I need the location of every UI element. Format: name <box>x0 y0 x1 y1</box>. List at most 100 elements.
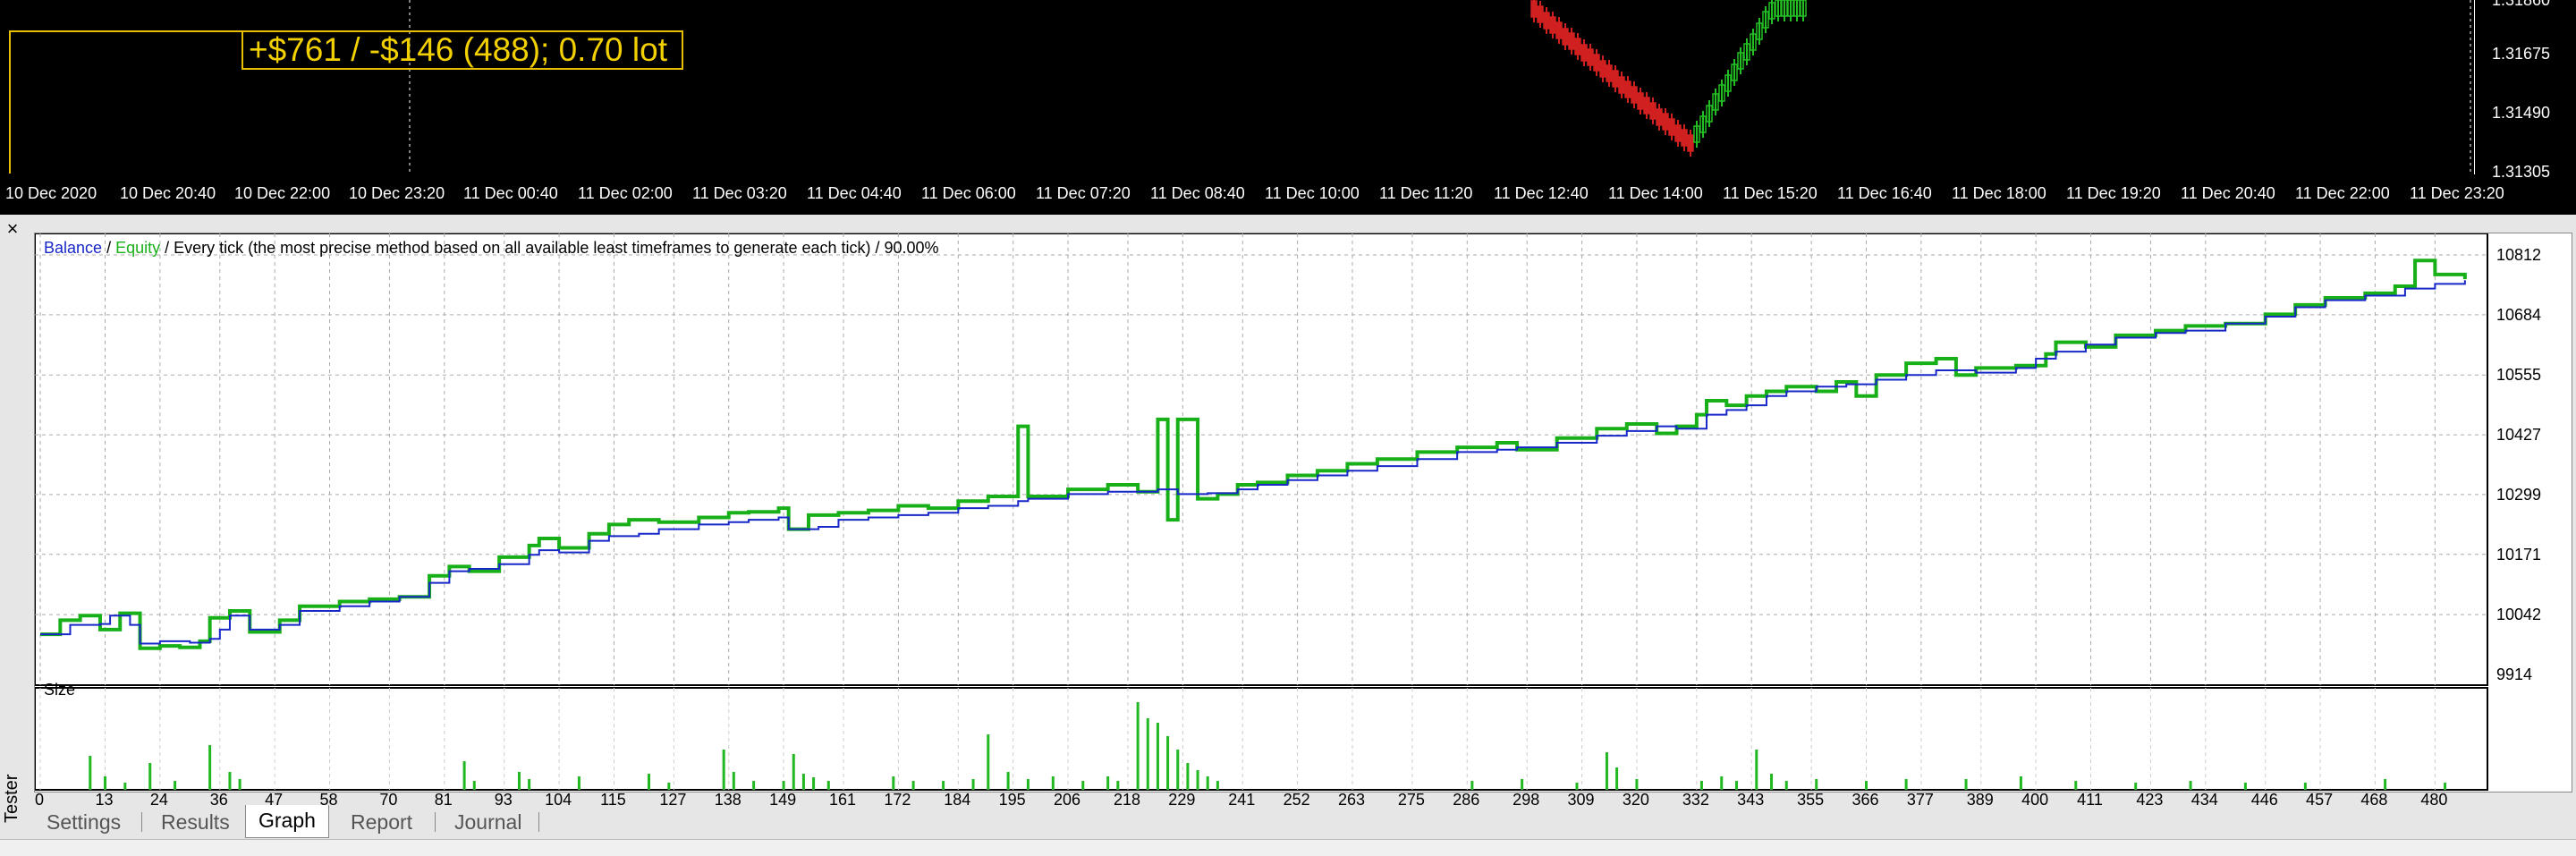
time-axis: 10 Dec 2020 10 Dec 20:40 10 Dec 22:00 10 De… <box>0 177 2576 213</box>
size-bar <box>228 772 232 790</box>
time-axis-label: 11 Dec 12:40 <box>1494 184 1589 202</box>
time-axis-label: 10 Dec 2020 <box>5 184 97 202</box>
time-axis-label: 11 Dec 07:20 <box>1036 184 1131 202</box>
tab-divider <box>141 812 142 832</box>
size-plot-frame <box>35 687 2488 791</box>
y-tick-label: 10427 <box>2496 426 2541 444</box>
price-axis-label: 1.31675 <box>2492 45 2551 63</box>
tab-results[interactable]: Results <box>148 807 242 837</box>
size-bar <box>1720 776 1724 790</box>
x-tick-label: 161 <box>829 791 857 809</box>
size-bar <box>208 745 212 790</box>
close-icon[interactable]: × <box>4 219 21 239</box>
x-tick-label: 13 <box>95 791 114 809</box>
size-bar <box>1865 781 1868 790</box>
x-tick-label: 400 <box>2021 791 2049 809</box>
tab-divider <box>538 812 539 832</box>
size-bar <box>1904 779 1908 790</box>
tab-settings[interactable]: Settings <box>34 807 133 837</box>
size-bar <box>1755 750 1758 790</box>
candle-body <box>1530 0 1538 18</box>
x-tick-label: 434 <box>2190 791 2218 809</box>
x-tick-label: 263 <box>1337 791 1365 809</box>
size-bar <box>528 779 531 790</box>
size-bar <box>1196 770 1199 790</box>
size-bar <box>1615 767 1619 790</box>
x-tick-label: 229 <box>1168 791 1196 809</box>
x-tick-label: 423 <box>2136 791 2164 809</box>
y-tick-label: 10812 <box>2496 246 2541 264</box>
size-bar <box>942 781 945 790</box>
candle-body <box>1649 102 1657 120</box>
size-bar <box>1146 718 1149 790</box>
size-bar <box>238 779 242 790</box>
time-axis-label: 11 Dec 04:40 <box>807 184 902 202</box>
size-bar <box>1116 781 1120 790</box>
candle-body <box>1668 118 1675 136</box>
x-tick-label: 81 <box>434 791 453 809</box>
size-bar <box>732 772 735 790</box>
legend-equity: Equity <box>115 239 161 257</box>
size-bar <box>987 734 990 790</box>
x-tick-label: 286 <box>1453 791 1480 809</box>
candle-body <box>1637 92 1644 110</box>
candle-body <box>1537 5 1544 23</box>
balance-equity-graph[interactable]: 10812 10684 10555 10427 10299 10171 10042 9914 … <box>34 233 2572 792</box>
size-bar <box>1136 702 1140 790</box>
time-axis-label: 11 Dec 19:20 <box>2066 184 2161 202</box>
price-chart[interactable]: 1.31860 1.31675 1.31490 1.31305 +$761 / -$1… <box>0 0 2576 215</box>
candle-body <box>1568 32 1575 50</box>
size-bar <box>1964 779 1968 790</box>
x-tick-label: 0 <box>34 791 45 809</box>
size-bar <box>577 776 580 790</box>
price-axis-label: 1.31490 <box>2492 104 2551 122</box>
x-tick-label: 320 <box>1622 791 1649 809</box>
time-axis-label: 11 Dec 10:00 <box>1265 184 1360 202</box>
size-bar <box>971 779 975 790</box>
size-bar <box>801 774 805 790</box>
tester-side-label-text: Tester <box>2 774 21 823</box>
size-bar <box>2019 776 2022 790</box>
price-axis-label: 1.31860 <box>2492 0 2551 9</box>
size-bar <box>911 781 915 790</box>
x-tick-label: 468 <box>2360 791 2388 809</box>
size-bar <box>517 772 521 790</box>
x-tick-label: 332 <box>1682 791 1709 809</box>
candle-body <box>1543 12 1550 30</box>
candle-body <box>1555 21 1563 39</box>
strategy-tester-panel: × Tester 10812 10684 10555 10427 10299 10171 1… <box>0 215 2576 855</box>
size-bar <box>1176 750 1180 790</box>
x-tick-label: 389 <box>1966 791 1994 809</box>
candle-body <box>1549 16 1556 34</box>
tab-report[interactable]: Report <box>338 807 425 837</box>
size-bar <box>1081 781 1085 790</box>
size-bar <box>89 756 92 790</box>
size-bar <box>1575 783 1579 790</box>
graph-canvas: 10812 10684 10555 10427 10299 10171 10042 9914 <box>35 233 2541 791</box>
size-bar <box>1734 781 1738 790</box>
size-bar <box>1166 736 1170 790</box>
size-bar <box>1699 781 1703 790</box>
size-bar <box>812 777 816 790</box>
candlestick-plot[interactable] <box>0 0 2474 174</box>
trade-overlay-edge <box>9 30 11 174</box>
x-tick-label: 115 <box>600 791 626 809</box>
graph-legend: Balance / Equity / Every tick (the most … <box>44 239 939 258</box>
size-bar <box>148 763 152 790</box>
tab-journal[interactable]: Journal <box>442 807 534 837</box>
candle-body <box>1687 134 1694 152</box>
x-tick-label: 446 <box>2250 791 2278 809</box>
time-axis-label: 10 Dec 23:20 <box>349 184 445 202</box>
x-tick-label: 149 <box>769 791 797 809</box>
time-axis-label: 11 Dec 03:20 <box>692 184 787 202</box>
y-tick-label: 10684 <box>2496 306 2541 324</box>
y-tick-label: 10042 <box>2496 606 2541 623</box>
size-bar <box>2074 781 2078 790</box>
candle-body <box>1587 48 1594 66</box>
time-axis-label: 11 Dec 06:00 <box>921 184 1016 202</box>
time-axis-label: 11 Dec 08:40 <box>1150 184 1245 202</box>
x-tick-label: 47 <box>265 791 284 809</box>
size-bar <box>2189 781 2192 790</box>
x-tick-label: 93 <box>494 791 513 809</box>
size-bar <box>1635 779 1639 790</box>
